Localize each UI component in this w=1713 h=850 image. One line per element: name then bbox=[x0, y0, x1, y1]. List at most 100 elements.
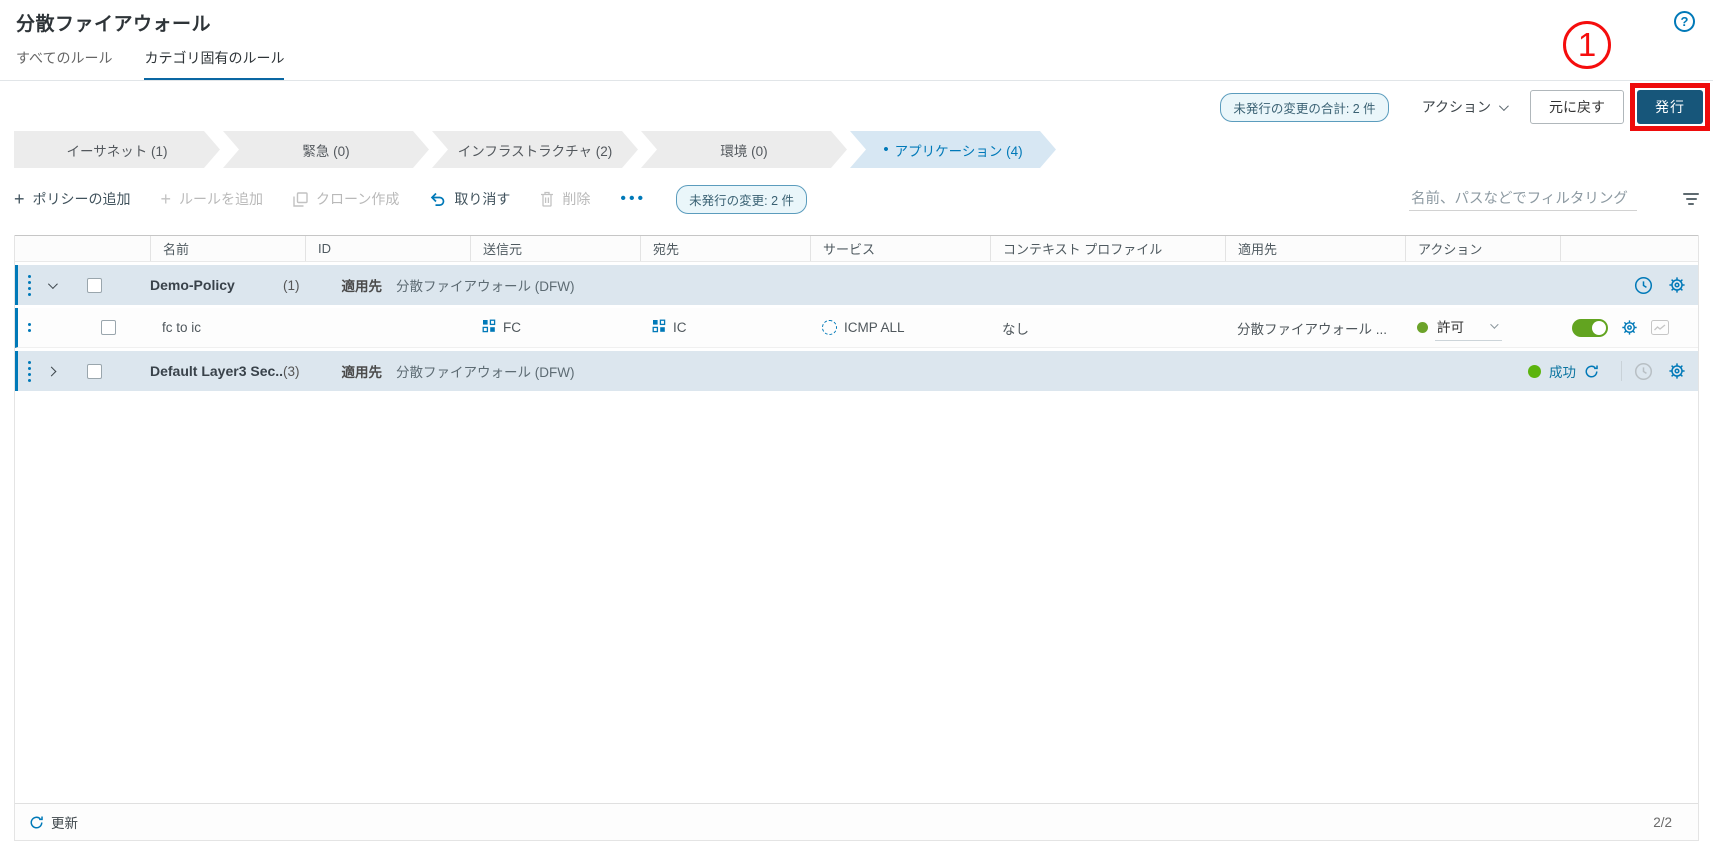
applied-to-value[interactable]: 分散ファイアウォール (DFW) bbox=[396, 361, 574, 381]
rule-context-profile-cell[interactable]: なし bbox=[990, 318, 1225, 338]
table-header-row: 名前 ID 送信元 宛先 サービス コンテキスト プロファイル 適用先 アクショ… bbox=[15, 235, 1698, 262]
category-label: アプリケーション (4) bbox=[894, 143, 1023, 159]
rule-applied-to-value: 分散ファイアウォール ... bbox=[1237, 321, 1388, 337]
rule-source-cell[interactable]: FC bbox=[470, 319, 640, 336]
delete-label: 削除 bbox=[562, 191, 591, 207]
rule-view-tabs: すべてのルール カテゴリ固有のルール bbox=[16, 48, 285, 81]
collapse-button[interactable] bbox=[45, 278, 58, 289]
row-handle-area bbox=[18, 363, 150, 379]
rule-service-cell[interactable]: ICMP ALL bbox=[810, 320, 990, 335]
delete-button[interactable]: 削除 bbox=[540, 189, 590, 209]
row-handle-area bbox=[18, 277, 150, 293]
category-tab-emergency[interactable]: 緊急 (0) bbox=[223, 131, 429, 168]
service-value: ICMP ALL bbox=[844, 320, 905, 335]
context-profile-value: なし bbox=[1002, 321, 1029, 337]
category-label: 緊急 (0) bbox=[302, 143, 350, 159]
group-icon bbox=[652, 319, 666, 336]
header-destination: 宛先 bbox=[640, 236, 810, 261]
policy-name: Demo-Policy bbox=[150, 277, 235, 293]
add-policy-button[interactable]: + ポリシーの追加 bbox=[14, 189, 131, 209]
divider bbox=[1621, 361, 1622, 381]
publish-button[interactable]: 発行 bbox=[1637, 90, 1703, 124]
policy-row-icons bbox=[1634, 362, 1698, 381]
action-bar: 未発行の変更の合計: 2 件 アクション 元に戻す 発行 bbox=[0, 83, 1710, 131]
row-handle-area bbox=[18, 320, 150, 335]
stats-graph-icon[interactable] bbox=[1651, 320, 1669, 335]
undo-button[interactable]: 取り消す bbox=[429, 189, 510, 209]
source-value: FC bbox=[503, 320, 521, 335]
rule-destination-cell[interactable]: IC bbox=[640, 319, 810, 336]
header-action: アクション bbox=[1405, 236, 1560, 261]
trash-icon bbox=[540, 191, 554, 207]
tab-all-rules[interactable]: すべてのルール bbox=[16, 48, 112, 81]
rule-enabled-toggle[interactable] bbox=[1572, 318, 1608, 337]
policy-row-icons bbox=[1634, 276, 1698, 295]
clock-icon[interactable] bbox=[1634, 362, 1653, 381]
action-status-dot bbox=[1417, 322, 1428, 333]
drag-handle-icon[interactable] bbox=[28, 366, 31, 370]
policy-row-demo-policy[interactable]: Demo-Policy (1) 適用先 分散ファイアウォール (DFW) bbox=[15, 265, 1698, 305]
grid-toolbar: + ポリシーの追加 + ルールを追加 クローン作成 取り消す 削除 ••• 未発… bbox=[14, 180, 1699, 218]
action-dropdown[interactable]: 許可 bbox=[1435, 314, 1502, 341]
filter-icon[interactable] bbox=[1683, 193, 1699, 205]
clone-icon bbox=[293, 191, 308, 207]
row-checkbox[interactable] bbox=[87, 363, 102, 379]
clone-button[interactable]: クローン作成 bbox=[293, 189, 399, 209]
policy-row-default-layer3[interactable]: Default Layer3 Sec... (3) 適用先 分散ファイアウォール… bbox=[15, 351, 1698, 391]
category-tab-infrastructure[interactable]: インフラストラクチャ (2) bbox=[432, 131, 638, 168]
category-label: イーサネット (1) bbox=[66, 143, 168, 159]
rule-applied-to-cell[interactable]: 分散ファイアウォール ... bbox=[1225, 318, 1405, 338]
annotation-highlight-box: 発行 bbox=[1630, 83, 1710, 131]
chevron-down-icon bbox=[1490, 320, 1499, 329]
destination-value: IC bbox=[673, 320, 687, 335]
more-actions-button[interactable]: ••• bbox=[620, 190, 646, 208]
row-checkbox[interactable] bbox=[101, 320, 116, 335]
add-rule-label: ルールを追加 bbox=[179, 191, 264, 207]
drag-handle-icon[interactable] bbox=[28, 323, 31, 326]
help-icon[interactable]: ? bbox=[1674, 11, 1695, 32]
tab-category-rules[interactable]: カテゴリ固有のルール bbox=[144, 48, 285, 81]
add-rule-button[interactable]: + ルールを追加 bbox=[161, 189, 264, 209]
active-dot-icon: • bbox=[883, 141, 889, 158]
category-tab-environment[interactable]: 環境 (0) bbox=[641, 131, 847, 168]
success-dot-icon bbox=[1528, 364, 1541, 378]
rule-name-cell: fc to ic bbox=[150, 320, 305, 335]
applied-to-value[interactable]: 分散ファイアウォール (DFW) bbox=[396, 275, 574, 295]
refresh-button[interactable]: 更新 bbox=[29, 812, 78, 832]
header-source: 送信元 bbox=[470, 236, 640, 261]
service-icon bbox=[822, 320, 837, 335]
chevron-down-icon bbox=[47, 278, 58, 289]
chevron-down-icon bbox=[1498, 100, 1509, 111]
expand-button[interactable] bbox=[45, 366, 57, 376]
gear-icon[interactable] bbox=[1668, 276, 1686, 294]
action-value: 許可 bbox=[1437, 320, 1464, 335]
gear-icon[interactable] bbox=[1668, 362, 1686, 380]
distributed-firewall-page: 分散ファイアウォール ? すべてのルール カテゴリ固有のルール 未発行の変更の合… bbox=[0, 0, 1713, 850]
refresh-status-icon[interactable] bbox=[1584, 364, 1599, 379]
add-policy-label: ポリシーの追加 bbox=[32, 191, 131, 207]
rule-row-fc-to-ic[interactable]: fc to ic FC IC ICMP ALL なし 分散ファイアウォール ..… bbox=[15, 308, 1698, 348]
publish-status: 成功 bbox=[1528, 361, 1599, 381]
group-icon bbox=[482, 319, 496, 336]
header-name: 名前 bbox=[150, 236, 305, 261]
rule-row-icons bbox=[1560, 318, 1698, 337]
refresh-icon bbox=[29, 815, 44, 830]
drag-handle-icon[interactable] bbox=[28, 280, 31, 284]
firewall-rules-table: 名前 ID 送信元 宛先 サービス コンテキスト プロファイル 適用先 アクショ… bbox=[14, 235, 1699, 841]
category-tab-ethernet[interactable]: イーサネット (1) bbox=[14, 131, 220, 168]
plus-icon: + bbox=[160, 189, 172, 209]
category-tab-application[interactable]: • アプリケーション (4) bbox=[850, 131, 1056, 168]
status-text: 成功 bbox=[1549, 365, 1576, 380]
header-id: ID bbox=[305, 236, 470, 261]
revert-button[interactable]: 元に戻す bbox=[1530, 90, 1624, 124]
policy-rule-count: (1) bbox=[283, 277, 300, 293]
gear-icon[interactable] bbox=[1621, 319, 1638, 336]
tabs-divider bbox=[0, 80, 1713, 81]
applied-to-label: 適用先 bbox=[341, 365, 383, 380]
unpublished-changes-badge: 未発行の変更: 2 件 bbox=[676, 184, 808, 214]
clock-icon[interactable] bbox=[1634, 276, 1653, 295]
filter-input[interactable] bbox=[1409, 187, 1637, 211]
row-checkbox[interactable] bbox=[87, 277, 102, 293]
undo-label: 取り消す bbox=[454, 191, 511, 207]
actions-dropdown[interactable]: アクション bbox=[1422, 97, 1509, 117]
